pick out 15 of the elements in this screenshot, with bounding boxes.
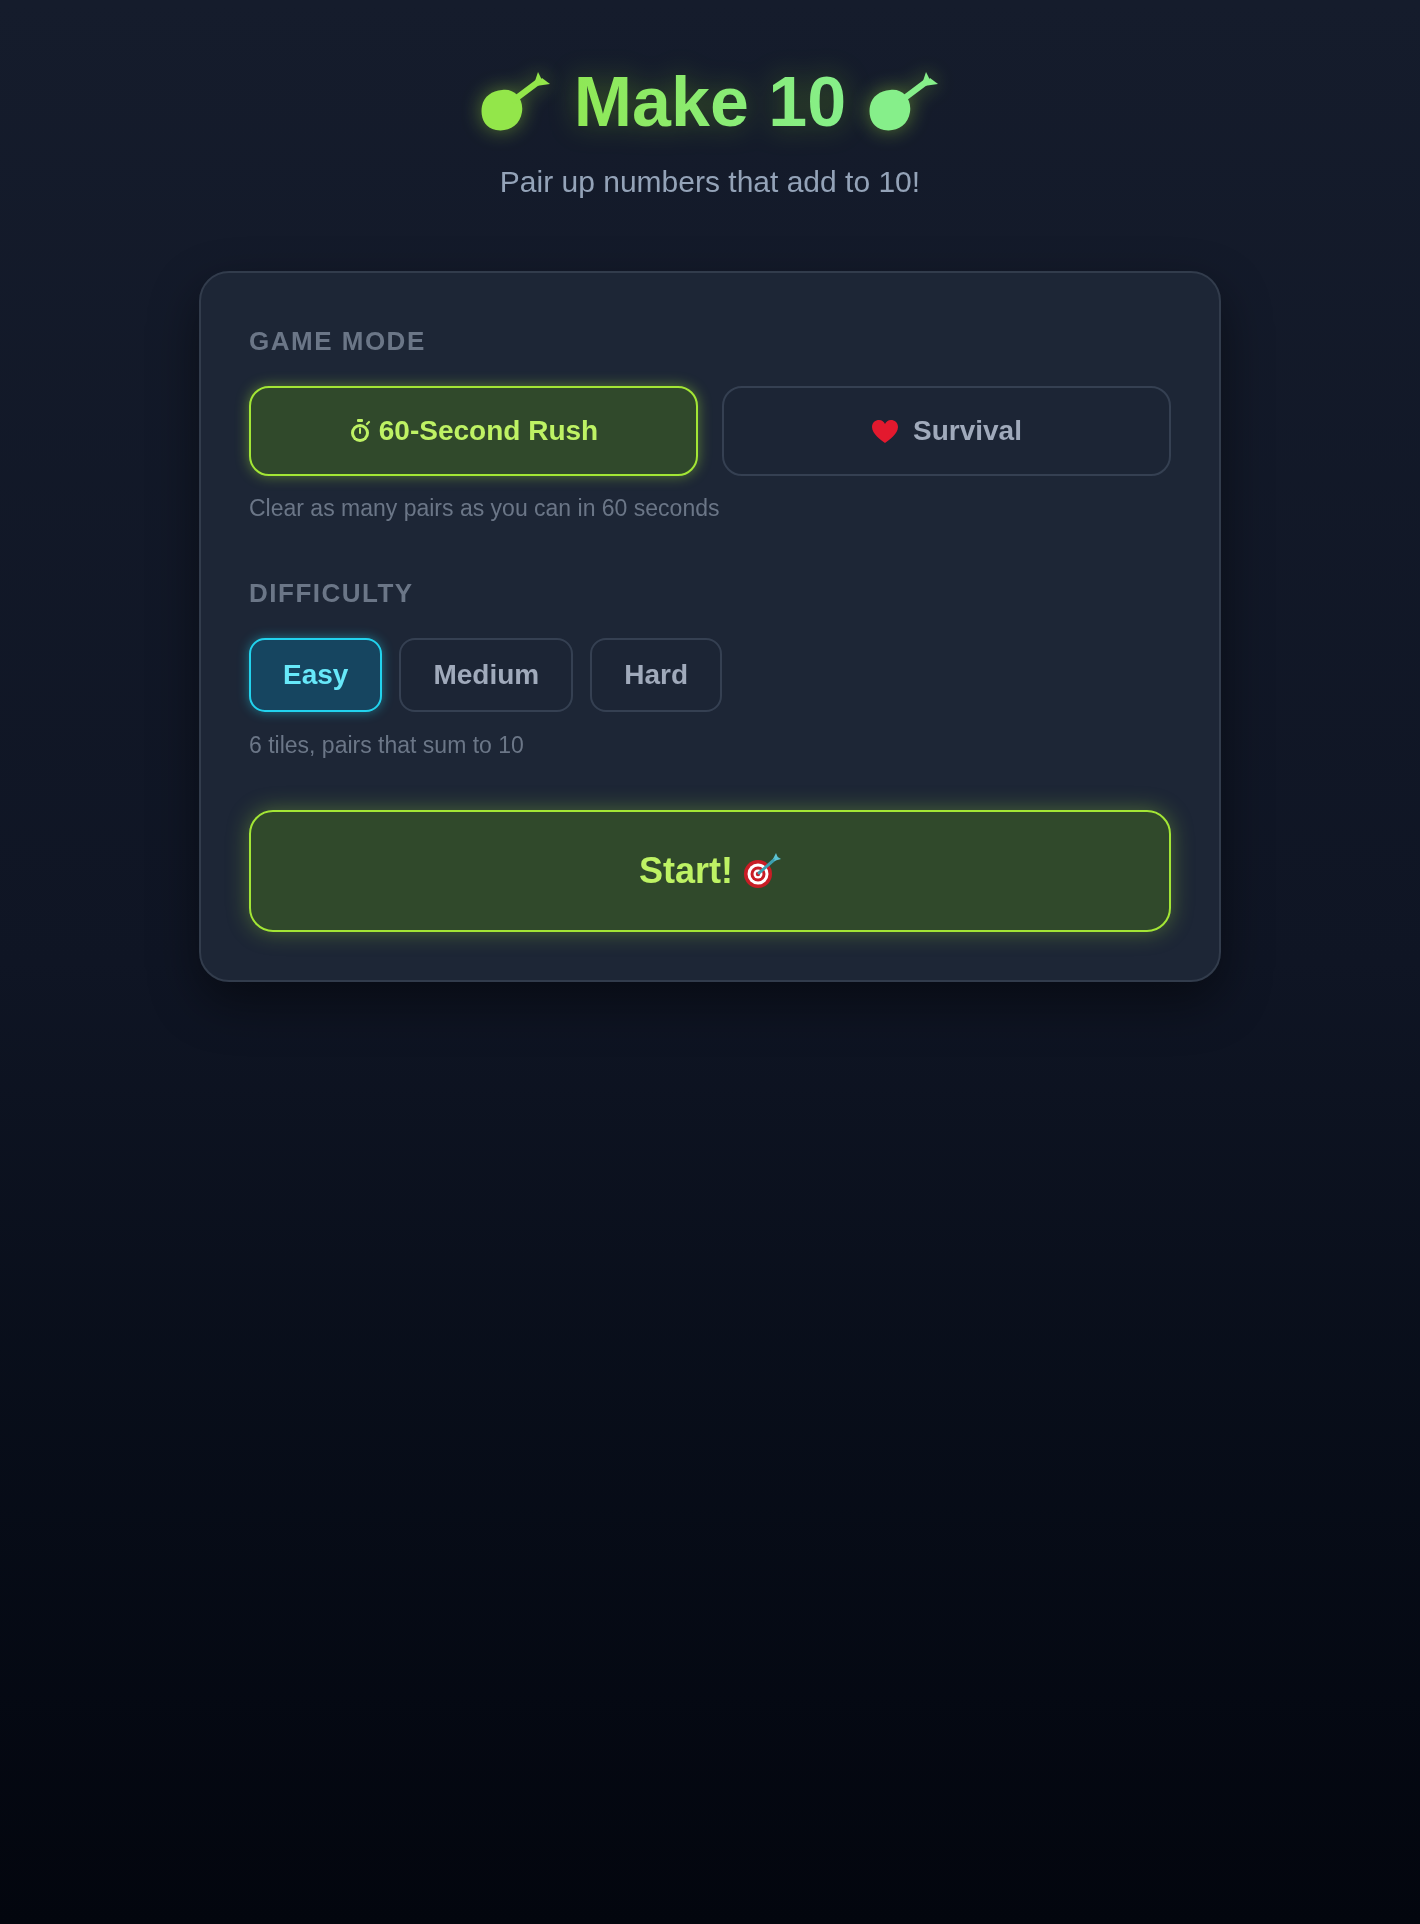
mode-description: Clear as many pairs as you can in 60 seconds	[249, 494, 721, 523]
start-button[interactable]: Start!	[249, 810, 1171, 932]
mode-option[interactable]: Survival	[722, 386, 1171, 476]
page-subtitle: Pair up numbers that add to 10!	[499, 164, 921, 200]
mode-option[interactable]: 60-Second Rush	[249, 386, 698, 476]
difficulty-description: 6 tiles, pairs that sum to 10	[249, 731, 525, 760]
stopwatch-icon	[348, 419, 371, 443]
difficulty-option[interactable]: Medium	[399, 638, 574, 712]
dartboard-icon	[743, 853, 781, 889]
heart-icon	[871, 418, 899, 444]
difficulty-option[interactable]: Hard	[590, 638, 722, 712]
section-label: DIFFICULTY	[249, 577, 415, 610]
section-label: GAME MODE	[249, 325, 427, 358]
difficulty-option[interactable]: Easy	[249, 638, 383, 712]
dart-icon	[479, 72, 552, 132]
